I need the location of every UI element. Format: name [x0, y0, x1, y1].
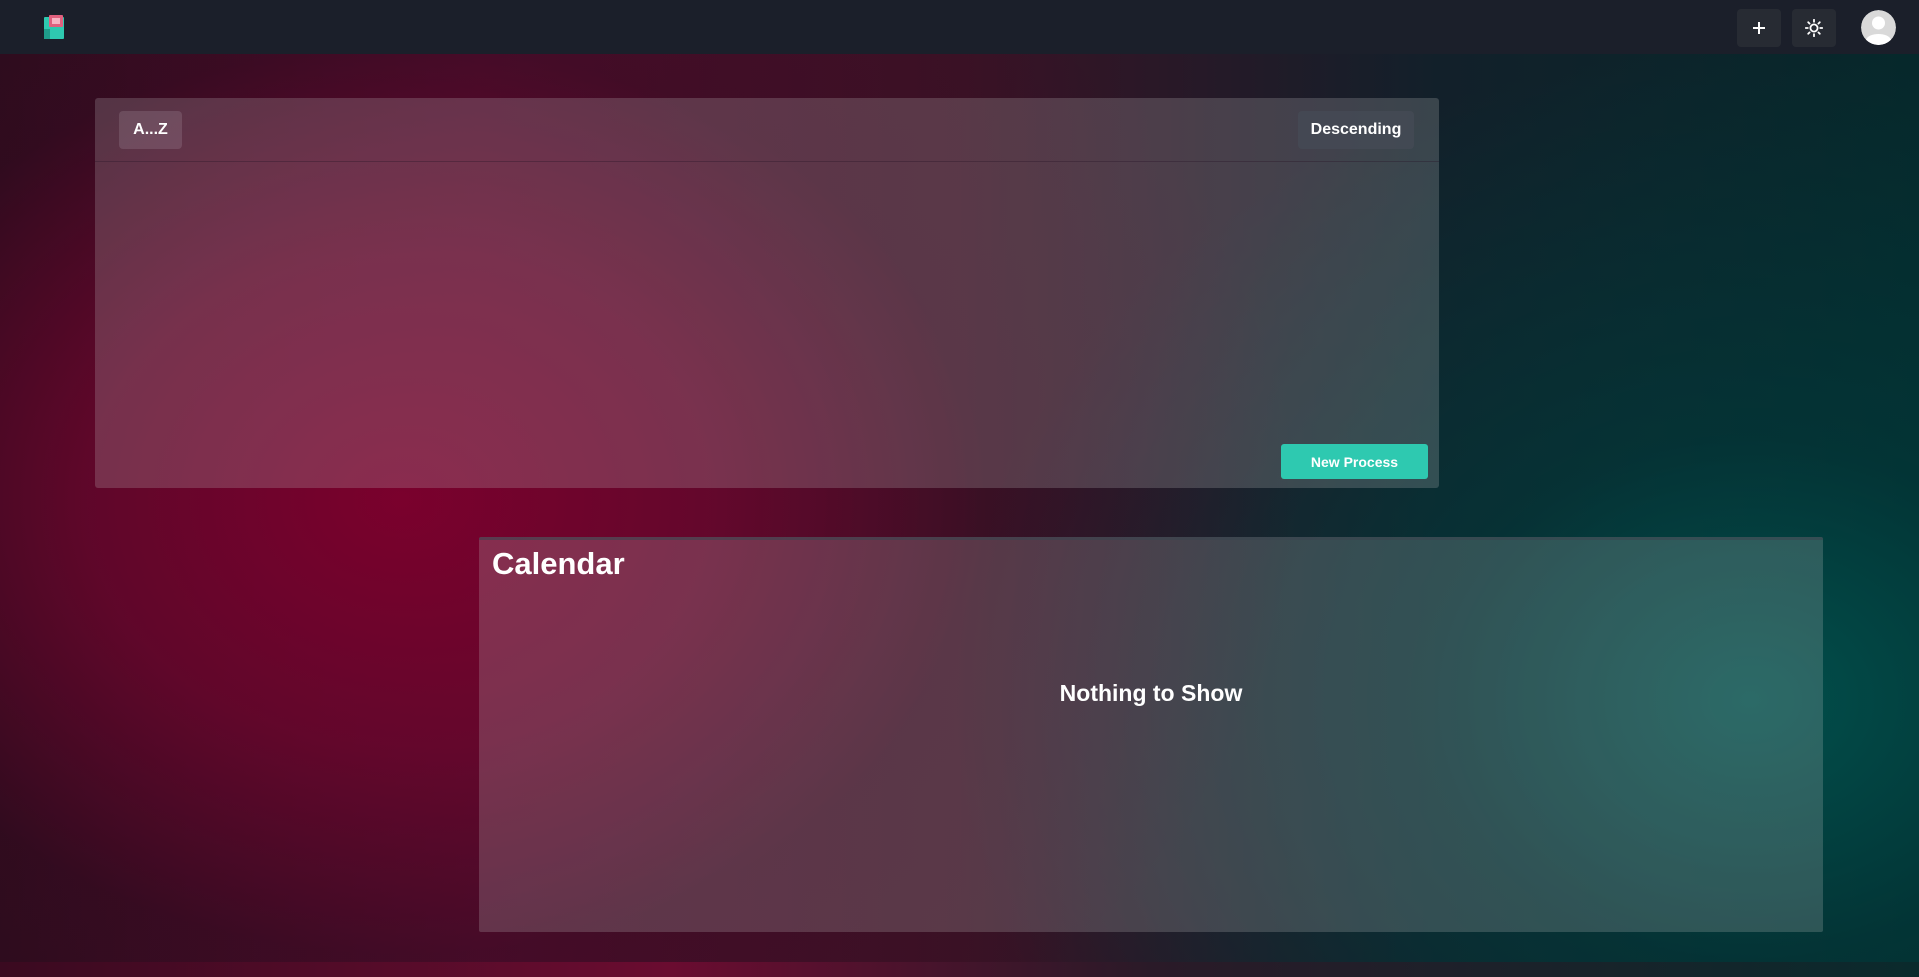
sort-order-button[interactable]: Descending [1298, 111, 1414, 149]
top-navigation-bar [0, 0, 1919, 54]
sort-alphabetical-button[interactable]: A...Z [119, 111, 182, 149]
process-list-toolbar: A...Z Descending [95, 98, 1439, 162]
calendar-title: Calendar [492, 546, 625, 581]
app-logo[interactable] [44, 15, 66, 39]
add-button[interactable] [1737, 9, 1781, 47]
new-process-button[interactable]: New Process [1281, 444, 1428, 479]
calendar-panel: Calendar Nothing to Show [479, 537, 1823, 932]
calendar-empty-message: Nothing to Show [1059, 680, 1243, 706]
theme-toggle-button[interactable] [1792, 9, 1836, 47]
sun-icon [1805, 19, 1823, 37]
plus-icon [1753, 22, 1765, 34]
process-list-panel: A...Z Descending New Process [95, 98, 1439, 488]
footer-strip [0, 962, 1919, 977]
logo-icon [44, 15, 64, 39]
user-icon [1861, 10, 1896, 45]
user-avatar[interactable] [1861, 10, 1896, 45]
